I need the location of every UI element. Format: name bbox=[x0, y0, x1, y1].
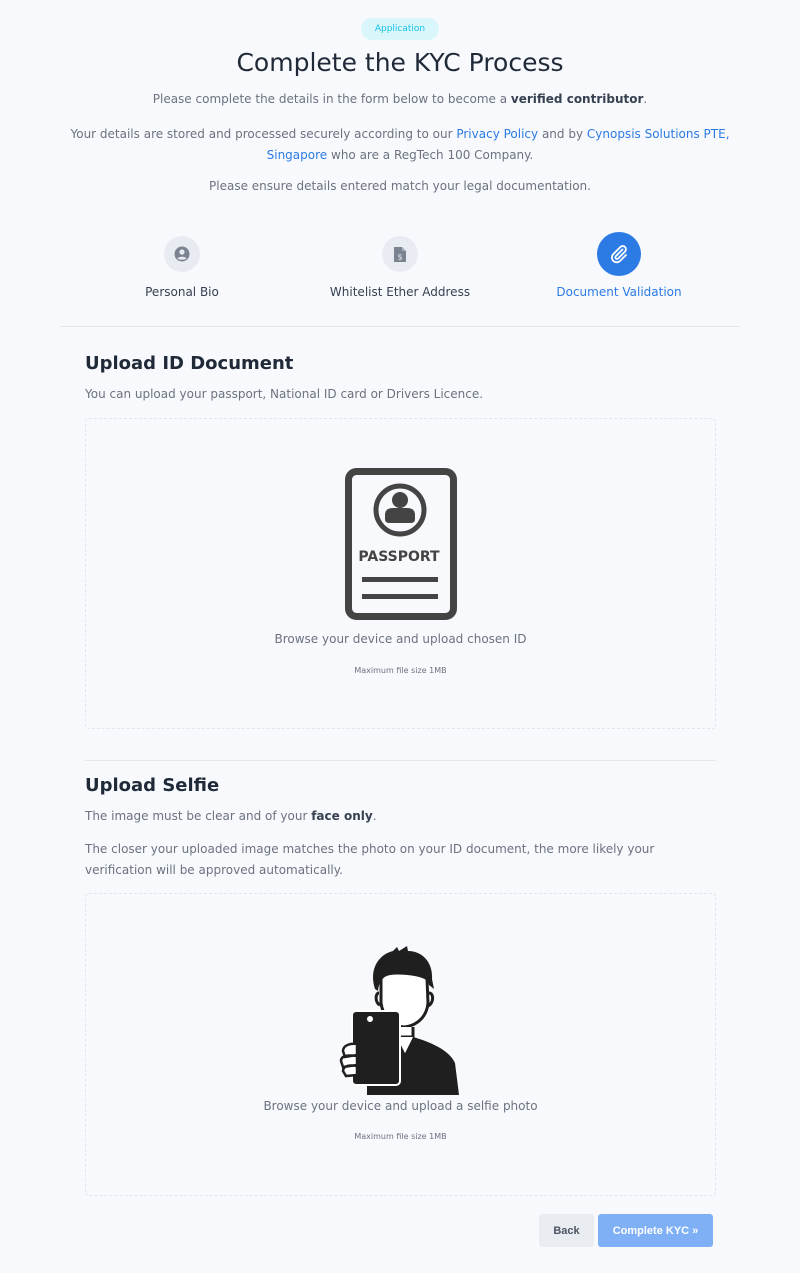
intro-line-2: Your details are stored and processed se… bbox=[60, 124, 740, 166]
svg-text:$: $ bbox=[397, 252, 402, 261]
intro-line-1: Please complete the details in the form … bbox=[0, 92, 800, 106]
intro-line-2-end: who are a RegTech 100 Company. bbox=[331, 148, 534, 162]
passport-label: PASSPORT bbox=[358, 549, 440, 565]
selfie-browse-text: Browse your device and upload a selfie p… bbox=[263, 1099, 538, 1113]
selfie-person-icon bbox=[339, 946, 459, 1095]
upload-divider bbox=[85, 760, 716, 761]
passport-icon: PASSPORT bbox=[345, 468, 457, 620]
user-circle-icon bbox=[174, 246, 190, 262]
intro-line-1-text: Please complete the details in the form … bbox=[152, 92, 508, 106]
selfie-description-2: The closer your uploaded image matches t… bbox=[85, 842, 655, 877]
step-label-whitelist: Whitelist Ether Address bbox=[329, 285, 471, 299]
intro-line-2-and: and by bbox=[541, 127, 584, 141]
selfie-desc-1-suffix: . bbox=[372, 809, 377, 823]
intro-line-2-text: Your details are stored and processed se… bbox=[70, 127, 453, 141]
page-title: Complete the KYC Process bbox=[236, 48, 564, 77]
verified-contributor-text: verified contributor bbox=[510, 92, 644, 106]
step-personal-bio[interactable]: Personal Bio bbox=[82, 236, 282, 299]
step-1-circle bbox=[164, 236, 200, 272]
selfie-description-1: The image must be clear and of your face… bbox=[85, 806, 685, 827]
id-dropzone[interactable]: PASSPORT Browse your device and upload c… bbox=[85, 418, 716, 729]
face-only-text: face only bbox=[311, 809, 373, 823]
id-browse-text: Browse your device and upload chosen ID bbox=[274, 632, 527, 646]
upload-id-description: You can upload your passport, National I… bbox=[85, 387, 484, 401]
privacy-policy-link[interactable]: Privacy Policy bbox=[456, 127, 538, 141]
upload-id-heading: Upload ID Document bbox=[85, 353, 294, 374]
intro-line-1-suffix: . bbox=[643, 92, 648, 106]
paperclip-icon bbox=[611, 245, 627, 264]
section-divider bbox=[60, 326, 740, 327]
back-button[interactable]: Back bbox=[539, 1214, 594, 1247]
selfie-desc-1-text: The image must be clear and of your bbox=[85, 809, 308, 823]
step-3-circle bbox=[597, 232, 641, 276]
complete-kyc-button[interactable]: Complete KYC » bbox=[598, 1214, 713, 1247]
step-label-document-validation: Document Validation bbox=[556, 285, 682, 299]
step-whitelist-ether[interactable]: $ Whitelist Ether Address bbox=[300, 236, 500, 299]
selfie-dropzone[interactable]: Browse your device and upload a selfie p… bbox=[85, 893, 716, 1196]
application-badge: Application bbox=[361, 18, 439, 40]
id-max-size: Maximum file size 1MB bbox=[354, 666, 447, 675]
upload-selfie-heading: Upload Selfie bbox=[85, 775, 220, 796]
selfie-max-size: Maximum file size 1MB bbox=[354, 1132, 447, 1141]
dollar-document-icon: $ bbox=[394, 246, 406, 262]
intro-line-3: Please ensure details entered match your… bbox=[209, 179, 591, 193]
step-document-validation[interactable]: Document Validation bbox=[519, 232, 719, 299]
step-2-circle: $ bbox=[382, 236, 418, 272]
step-label-personal-bio: Personal Bio bbox=[145, 285, 219, 299]
